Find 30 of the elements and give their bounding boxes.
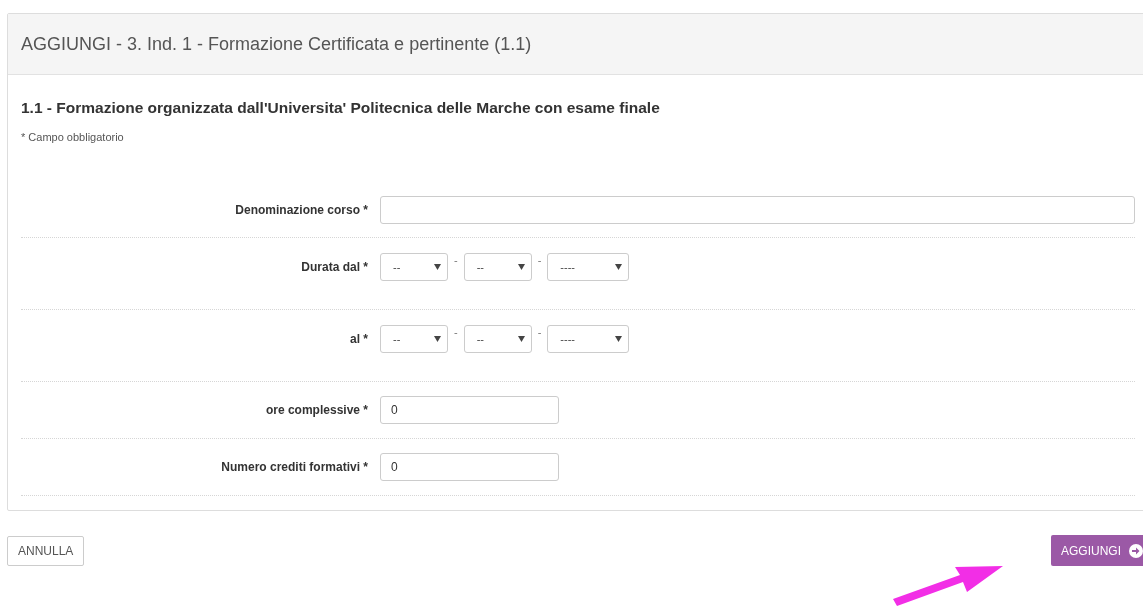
caret-icon: [434, 336, 441, 342]
dropdown[interactable]: --: [380, 325, 448, 353]
date-separator: -: [454, 325, 458, 339]
date-separator: -: [537, 253, 542, 267]
dropdown[interactable]: --: [463, 253, 532, 281]
section-title: 1.1 - Formazione organizzata dall'Universita' Politecnica delle Marche con esame finale: [21, 99, 661, 117]
field-label: ore complessive *: [264, 403, 368, 417]
field-label: al *: [349, 331, 368, 348]
panel-title: AGGIUNGI - 3. Ind. 1 - Formazione Certificata e pertinente (1.1): [21, 33, 532, 55]
caret-icon: [615, 264, 623, 270]
submit-button[interactable]: AGGIUNGI: [1051, 535, 1143, 566]
number-field[interactable]: 0: [380, 396, 559, 424]
field-label: Denominazione corso *: [234, 203, 368, 217]
field-label: Numero crediti formativi *: [220, 460, 368, 474]
cancel-button[interactable]: ANNULLA: [7, 535, 85, 566]
dropdown[interactable]: ----: [547, 253, 630, 281]
date-separator: -: [537, 325, 542, 339]
dropdown[interactable]: ----: [547, 325, 630, 353]
caret-icon: [517, 264, 525, 270]
field-label: Durata dal *: [300, 259, 368, 276]
text-field[interactable]: [380, 196, 1135, 224]
caret-icon: [434, 264, 441, 270]
caret-icon: [615, 336, 623, 342]
required-note: * Campo obbligatorio: [21, 131, 125, 143]
dropdown[interactable]: --: [380, 253, 448, 281]
number-field[interactable]: 0: [380, 453, 559, 481]
date-separator: -: [454, 253, 458, 267]
caret-icon: [517, 336, 525, 342]
arrow-circle-icon: [1129, 543, 1143, 558]
dropdown[interactable]: --: [463, 325, 532, 353]
